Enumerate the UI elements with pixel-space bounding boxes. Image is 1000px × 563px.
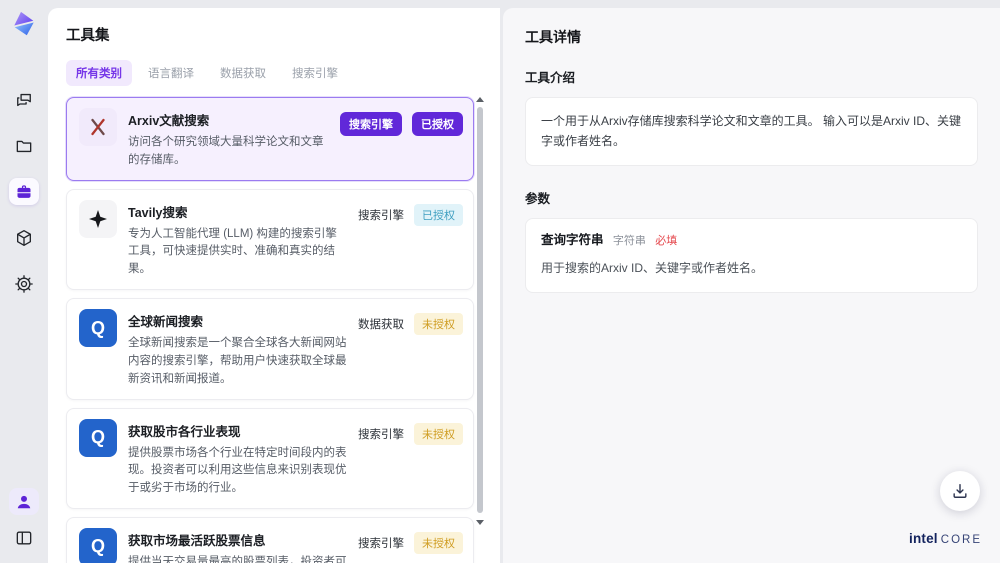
param-type: 字符串 <box>612 234 646 247</box>
tool-description: 全球新闻搜索是一个聚合全球各大新闻网站内容的搜索引擎，帮助用户快速获取全球最新资… <box>128 337 347 385</box>
tool-details-panel: 工具详情 工具介绍 一个用于从Arxiv存储库搜索科学论文和文章的工具。 输入可… <box>503 8 1000 563</box>
intro-box: 一个用于从Arxiv存储库搜索科学论文和文章的工具。 输入可以是Arxiv ID… <box>525 97 978 166</box>
tool-card-tavily[interactable]: Tavily搜索 专为人工智能代理 (LLM) 构建的搜索引擎工具，可快速提供实… <box>66 188 474 291</box>
toolbox-icon[interactable] <box>9 178 39 205</box>
app-logo-icon <box>8 8 40 44</box>
auth-status-badge: 未授权 <box>414 531 463 554</box>
category-label: 搜索引擎 <box>358 428 404 441</box>
download-button[interactable] <box>940 471 980 511</box>
auth-status-badge: 已授权 <box>414 203 463 226</box>
auth-status-badge: 已授权 <box>412 112 463 136</box>
param-box: 查询字符串 字符串 必填 用于搜索的Arxiv ID、关键字或作者姓名。 <box>525 217 978 293</box>
folder-icon[interactable] <box>9 132 39 159</box>
news-logo-icon: Q <box>79 418 117 457</box>
tool-description: 提供当天交易量最高的股票列表，投资者可以利用这些信息来识别流动性强的股票和潜在的… <box>128 555 347 563</box>
cube-icon[interactable] <box>9 224 39 251</box>
news-logo-icon: Q <box>79 309 117 348</box>
tab-all-categories[interactable]: 所有类别 <box>66 60 132 86</box>
auth-status-badge: 未授权 <box>414 313 463 336</box>
auth-status-badge: 未授权 <box>414 422 463 445</box>
tool-name: 获取市场最活跃股票信息 <box>128 533 266 548</box>
layout-panel-icon[interactable] <box>9 524 39 551</box>
tool-name: Tavily搜索 <box>128 205 188 220</box>
tool-name: 获取股市各行业表现 <box>128 424 241 439</box>
rail-nav <box>9 86 39 297</box>
tool-list: Arxiv文献搜索 访问各个研究领域大量科学论文和文章的存储库。 搜索引擎 已授… <box>66 97 500 563</box>
rail-bottom <box>9 488 39 551</box>
tool-list-panel: 工具集 所有类别 语言翻译 数据获取 搜索引擎 Arxiv文献搜索 访问各个研究… <box>48 8 500 563</box>
scrollbar-thumb[interactable] <box>477 107 483 513</box>
scrollbar-down-arrow[interactable] <box>476 520 484 525</box>
settings-gear-icon[interactable] <box>9 270 39 297</box>
app-root: 工具集 所有类别 语言翻译 数据获取 搜索引擎 Arxiv文献搜索 访问各个研究… <box>0 0 1000 563</box>
tab-language-translation[interactable]: 语言翻译 <box>138 60 204 86</box>
params-heading: 参数 <box>525 191 551 206</box>
tool-description: 访问各个研究领域大量科学论文和文章的存储库。 <box>128 136 324 166</box>
category-label: 搜索引擎 <box>358 537 404 550</box>
tab-search-engine[interactable]: 搜索引擎 <box>282 60 348 86</box>
tool-description: 提供股票市场各个行业在特定时间段内的表现。投资者可以利用这些信息来识别表现优于或… <box>128 446 347 495</box>
tool-name: Arxiv文献搜索 <box>128 114 210 128</box>
tavily-star-icon <box>79 199 117 238</box>
param-name: 查询字符串 <box>541 232 604 247</box>
category-badge: 搜索引擎 <box>340 112 402 136</box>
category-label: 数据获取 <box>358 319 404 332</box>
intel-core-logo: intel CORE <box>909 531 982 546</box>
tool-card-arxiv[interactable]: Arxiv文献搜索 访问各个研究领域大量科学论文和文章的存储库。 搜索引擎 已授… <box>66 97 474 181</box>
user-icon[interactable] <box>9 488 39 515</box>
category-tabs: 所有类别 语言翻译 数据获取 搜索引擎 <box>66 60 500 86</box>
details-title: 工具详情 <box>525 29 581 45</box>
left-rail <box>0 0 48 563</box>
tool-name: 全球新闻搜索 <box>128 315 204 330</box>
tool-description: 专为人工智能代理 (LLM) 构建的搜索引擎工具，可快速提供实时、准确和真实的结… <box>128 227 337 276</box>
intro-text: 一个用于从Arxiv存储库搜索科学论文和文章的工具。 输入可以是Arxiv ID… <box>541 114 962 149</box>
intro-heading: 工具介绍 <box>525 71 576 85</box>
scrollbar-up-arrow[interactable] <box>476 97 484 102</box>
tool-card-sector-performance[interactable]: Q 获取股市各行业表现 提供股票市场各个行业在特定时间段内的表现。投资者可以利用… <box>66 407 474 509</box>
download-icon <box>953 484 967 498</box>
chat-icon[interactable] <box>9 86 39 113</box>
arxiv-logo-icon <box>79 108 117 146</box>
tab-data-acquisition[interactable]: 数据获取 <box>210 60 276 86</box>
tool-card-active-stocks[interactable]: Q 获取市场最活跃股票信息 提供当天交易量最高的股票列表，投资者可以利用这些信息… <box>66 516 474 563</box>
main-panels: 工具集 所有类别 语言翻译 数据获取 搜索引擎 Arxiv文献搜索 访问各个研究… <box>48 8 1000 563</box>
tool-card-global-news[interactable]: Q 全球新闻搜索 全球新闻搜索是一个聚合全球各大新闻网站内容的搜索引擎，帮助用户… <box>66 298 474 400</box>
category-label: 搜索引擎 <box>358 209 404 222</box>
param-required-label: 必填 <box>655 234 678 247</box>
news-logo-icon: Q <box>79 527 117 563</box>
param-description: 用于搜索的Arxiv ID、关键字或作者姓名。 <box>541 261 764 276</box>
page-title: 工具集 <box>66 28 110 44</box>
